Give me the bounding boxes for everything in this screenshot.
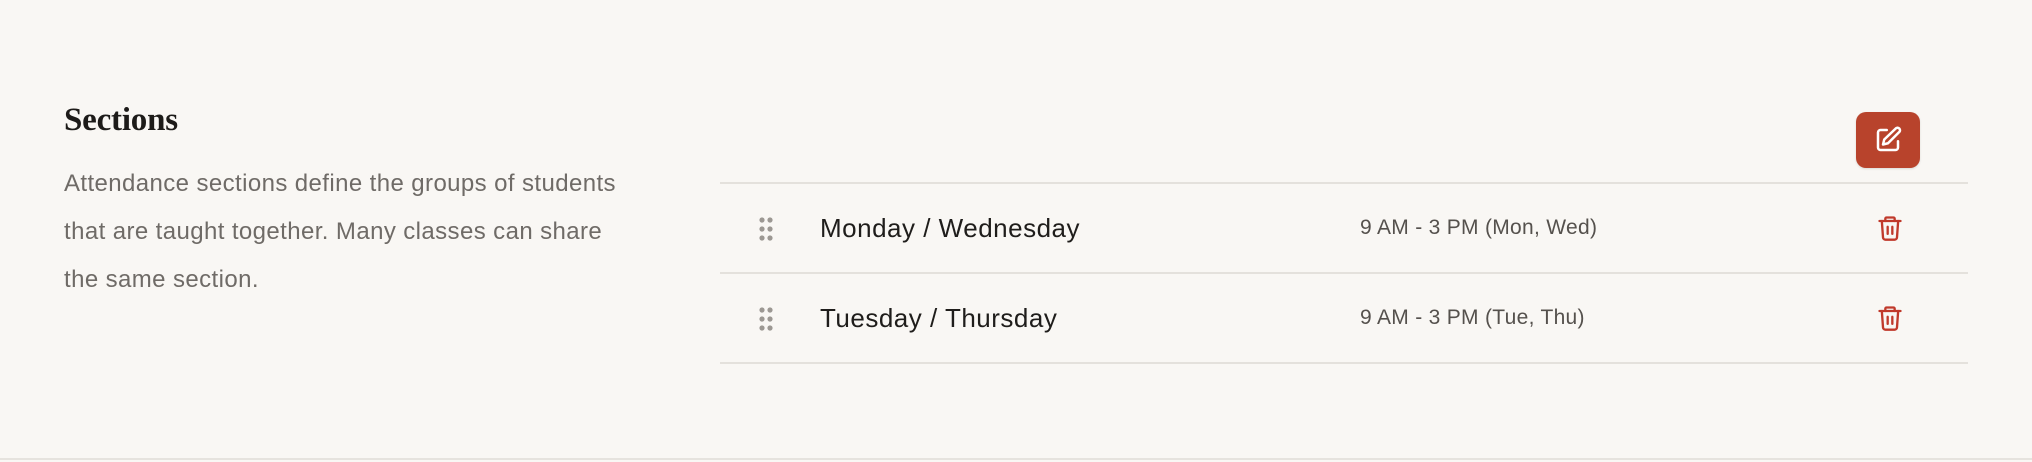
section-schedule: 9 AM - 3 PM (Mon, Wed): [1360, 216, 1598, 239]
section-description: Attendance sections define the groups of…: [64, 170, 616, 293]
divider: [0, 458, 2032, 460]
section-schedule: 9 AM - 3 PM (Tue, Thu): [1360, 306, 1585, 329]
trash-icon: [1878, 306, 1902, 331]
edit-sections-button[interactable]: [1856, 112, 1920, 168]
section-name: Tuesday / Thursday: [820, 303, 1058, 333]
drag-handle-icon[interactable]: [758, 306, 774, 332]
edit-square-icon: [1876, 126, 1902, 152]
section-info: Sections Attendance sections define the …: [64, 98, 624, 304]
trash-icon: [1878, 216, 1902, 241]
section-row[interactable]: Monday / Wednesday 9 AM - 3 PM (Mon, Wed…: [720, 184, 1968, 274]
section-title: Sections: [64, 102, 178, 138]
delete-section-button[interactable]: [1870, 298, 1910, 338]
section-row[interactable]: Tuesday / Thursday 9 AM - 3 PM (Tue, Thu…: [720, 274, 1968, 364]
delete-section-button[interactable]: [1870, 208, 1910, 248]
sections-list: Monday / Wednesday 9 AM - 3 PM (Mon, Wed…: [720, 182, 1968, 364]
drag-handle-icon[interactable]: [758, 216, 774, 242]
section-name: Monday / Wednesday: [820, 213, 1080, 243]
